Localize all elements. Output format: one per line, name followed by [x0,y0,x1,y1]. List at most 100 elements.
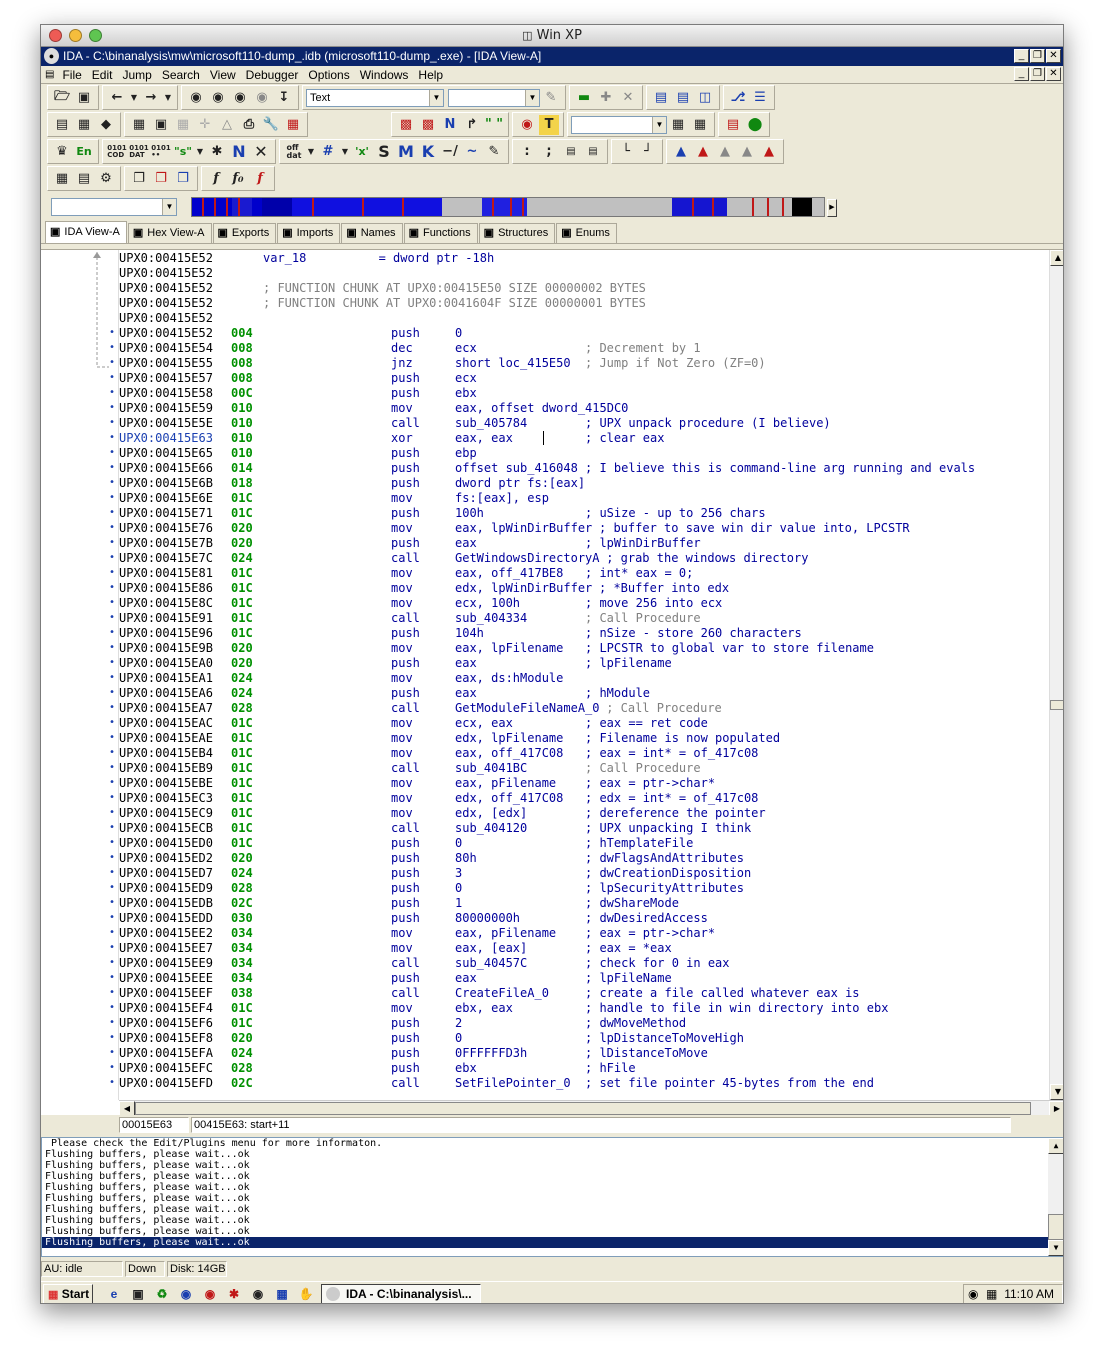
struct-icon[interactable]: ▦ [668,115,688,135]
horizontal-scrollbar[interactable]: ◀ ▶ [119,1100,1063,1117]
network-icon[interactable]: ◉ [968,1285,978,1303]
instruction-line[interactable]: • UPX0:00415EFC 028 push ebx ; hFile [109,1061,1049,1076]
enum-m-icon[interactable]: M [396,142,416,162]
navigator-combo[interactable]: ▼ [51,198,177,216]
outlook-icon[interactable]: ◉ [176,1284,196,1303]
taskbar-ida-item[interactable]: IDA - C:\binanalysis\... [321,1284,481,1303]
windows-blue-icon[interactable]: ❐ [173,169,193,189]
instruction-line[interactable]: • UPX0:00415ED2 020 push 80h ; dwFlagsAndAttr… [109,851,1049,866]
instruction-line[interactable]: • UPX0:00415ED0 01C push 0 ; hTemplateFile [109,836,1049,851]
scroll-thumb[interactable] [1050,700,1063,710]
repeat-comment-icon[interactable]: ▤ [583,142,603,162]
window-layout-icon[interactable]: ▤ [651,88,671,108]
navigation-band[interactable] [191,197,825,217]
asterisk-icon[interactable]: ✱ [207,142,227,162]
tree-icon[interactable]: △ [217,115,237,135]
window-split-icon[interactable]: ▤ [673,88,693,108]
instruction-line[interactable]: • UPX0:00415E6E 01C mov fs:[eax], esp [109,491,1049,506]
list-icon[interactable]: ☰ [750,88,770,108]
chevron-down-icon[interactable]: ▼ [525,89,539,106]
binoculars-next-icon[interactable]: ◉ [208,88,228,108]
delete-x-icon[interactable]: ✕ [251,142,271,162]
colon-icon[interactable]: : [517,142,537,162]
instruction-line[interactable]: • UPX0:00415ED7 024 push 3 ; dwCreationDispos… [109,866,1049,881]
negate-icon[interactable]: −/ [440,142,460,162]
scroll-down-icon[interactable]: ▼ [1050,1084,1063,1100]
xref-to-icon[interactable]: ▲ [715,142,735,162]
breakpoint-icon[interactable]: ◉ [517,115,537,135]
forward-arrow-icon[interactable]: → [141,88,161,108]
calc-icon[interactable]: ▦ [52,169,72,189]
minimize-button[interactable]: _ [1014,49,1029,63]
instruction-line[interactable]: • UPX0:00415EBE 01C mov eax, pFilename ; eax … [109,776,1049,791]
instruction-line[interactable]: • UPX0:00415EFD 02C call SetFilePointer_0 ; s… [109,1076,1049,1091]
code-icon[interactable]: 0101 COD [107,142,127,162]
chevron-down-icon[interactable]: ▼ [652,116,666,133]
text-t-icon[interactable]: T [539,114,559,135]
mdi-close-button[interactable]: ✕ [1046,67,1061,81]
minus-icon[interactable]: ▬ [574,88,594,108]
instruction-line[interactable]: • UPX0:00415ED9 028 push 0 ; lpSecurityAttrib… [109,881,1049,896]
tile-icon[interactable]: ▦ [173,115,193,135]
instruction-line[interactable]: • UPX0:00415EAE 01C mov edx, lpFilename ; Fil… [109,731,1049,746]
hex-dump-icon[interactable]: ▦ [74,115,94,135]
forward-dropdown-icon[interactable]: ▼ [163,88,173,108]
hash-dropdown-icon[interactable]: ▼ [340,142,350,162]
pe-tool-icon[interactable]: ▦ [272,1284,292,1303]
back-arrow-icon[interactable]: ← [107,88,127,108]
instruction-line[interactable]: • UPX0:00415E86 01C mov edx, lpWinDirBuffer;… [109,581,1049,596]
names-n-icon[interactable]: N [440,115,460,135]
monitor-icon[interactable]: ▦ [986,1285,997,1303]
data-icon[interactable]: 0101 DAT [129,142,149,162]
instruction-line[interactable]: • UPX0:00415E65 010 push ebp [109,446,1049,461]
instruction-line[interactable]: • UPX0:00415EDD 030 push 80000000h ; dwDesire… [109,911,1049,926]
tab-ida-view-a[interactable]: ▣ IDA View-A [45,221,127,243]
script-icon[interactable]: ▣ [151,115,171,135]
navband-scroll-icon[interactable]: ▶ [827,199,837,217]
instruction-line[interactable]: • UPX0:00415EAC 01C mov ecx, eax ; eax == ret… [109,716,1049,731]
instruction-line[interactable]: • UPX0:00415EEF 038 call CreateFileA_0 ; crea… [109,986,1049,1001]
manual-operand-icon[interactable]: ✎ [484,142,504,162]
tab-structures[interactable]: ▣ Structures [478,223,556,243]
firefox-icon[interactable]: ◉ [200,1284,220,1303]
instruction-line[interactable]: • UPX0:00415E76 020 mov eax, lpWinDirBuffer;… [109,521,1049,536]
instruction-line[interactable]: • UPX0:00415E7B 020 push eax ; lpWinDirBuffer [109,536,1049,551]
header-line[interactable]: UPX0:00415E52 [119,311,1049,326]
menu-options[interactable]: Options [303,68,354,82]
tab-names[interactable]: ▣ Names [341,223,403,243]
header-line[interactable]: UPX0:00415E52 [119,266,1049,281]
vertical-scrollbar[interactable]: ▲ ▼ [1049,250,1063,1100]
instruction-line[interactable]: • UPX0:00415E8C 01C mov ecx, 100h ; move 256 … [109,596,1049,611]
func-end-icon[interactable]: f [250,169,270,189]
segment-combo[interactable]: Text ▼ [306,88,444,107]
instruction-line[interactable]: • UPX0:00415EF6 01C push 2 ; dwMoveMethod [109,1016,1049,1031]
string-icon[interactable]: " " [484,115,504,135]
tab-functions[interactable]: ▣ Functions [403,223,478,243]
start-button[interactable]: ▦ Start [43,1284,93,1303]
instruction-line[interactable]: • UPX0:00415EE7 034 mov eax, [eax] ; eax = *e… [109,941,1049,956]
binoculars-text-icon[interactable]: ◉ [230,88,250,108]
instruction-line[interactable]: • UPX0:00415EE9 034 call sub_40457C ; check f… [109,956,1049,971]
zoom-traffic-light-icon[interactable] [89,29,102,42]
instruction-line[interactable]: • UPX0:00415E52 004 push 0 [109,326,1049,341]
enum-k-icon[interactable]: K [418,142,438,162]
binoculars-grey-icon[interactable]: ◉ [252,88,272,108]
instruction-line[interactable]: • UPX0:00415E57 008 push ecx [109,371,1049,386]
instruction-line[interactable]: • UPX0:00415EC3 01C mov edx, off_417C08 ; edx… [109,791,1049,806]
green-light-icon[interactable]: ⬤ [745,115,765,135]
windows-red-icon[interactable]: ❐ [151,169,171,189]
disassembly-view[interactable]: UPX0:00415E52 var_18 = dword ptr -18h UPX0… [41,249,1063,1117]
tilde-icon[interactable]: ~ [462,142,482,162]
instruction-line[interactable]: • UPX0:00415EFA 024 push 0FFFFFFD3h ; lDistan… [109,1046,1049,1061]
ie-icon[interactable]: e [104,1284,124,1303]
close-button[interactable]: ✕ [1046,49,1061,63]
instruction-line[interactable]: • UPX0:00415E54 008 dec ecx ; Decrement by 1 [109,341,1049,356]
output-scroll-thumb[interactable] [1048,1214,1063,1240]
report-icon[interactable]: ▤ [723,115,743,135]
instruction-line[interactable]: • UPX0:00415E63 010 xor eax, eax ; clear eax [109,431,1049,446]
menu-edit[interactable]: Edit [87,68,118,82]
windows-icon[interactable]: ❐ [129,169,149,189]
xref-from-icon[interactable]: ▲ [737,142,757,162]
string-dropdown-icon[interactable]: ▼ [195,142,205,162]
chevron-down-icon[interactable]: ▼ [162,199,176,215]
